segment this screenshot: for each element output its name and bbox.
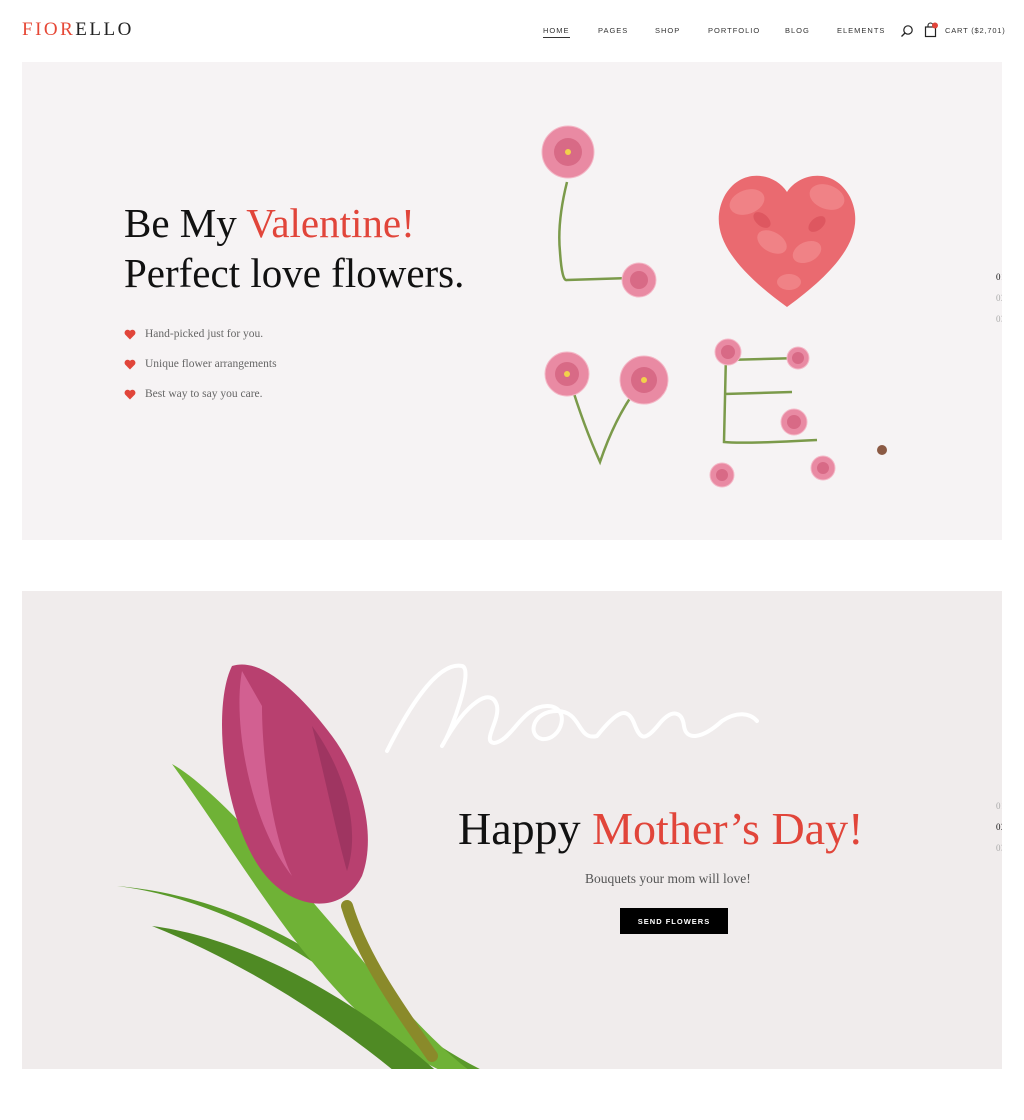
title-accent-text: Valentine! xyxy=(246,200,415,246)
tulip-flower-image xyxy=(117,664,480,1069)
list-item: Best way to say you care. xyxy=(124,379,277,409)
slide-2-subtitle: Bouquets your mom will love! xyxy=(585,871,751,886)
search-icon[interactable] xyxy=(900,24,914,38)
page-indicator-03[interactable]: 03 xyxy=(996,314,1002,324)
title-line-2: Perfect love flowers. xyxy=(124,250,465,296)
title-plain-text: Happy xyxy=(458,803,593,854)
heart-icon xyxy=(124,389,136,399)
nav-shop[interactable]: SHOP xyxy=(655,26,680,35)
nav-elements[interactable]: ELEMENTS xyxy=(837,26,885,35)
slide-2-title: Happy Mother’s Day! xyxy=(458,801,863,857)
mothers-day-slide: Happy Mother’s Day! Bouquets your mom wi… xyxy=(22,591,1002,1069)
page-indicator-01[interactable]: 01 xyxy=(996,801,1002,811)
page-number: 01 xyxy=(996,272,1002,282)
page-number: 01 xyxy=(996,801,1002,811)
nav-home[interactable]: HOME xyxy=(543,26,570,38)
title-accent-text: Mother’s Day! xyxy=(592,803,864,854)
love-flowers-image xyxy=(541,125,887,488)
shopping-bag-icon[interactable] xyxy=(924,22,938,38)
site-header: FIORELLO HOME PAGES SHOP PORTFOLIO BLOG … xyxy=(0,0,1024,62)
page-indicator-02[interactable]: 02 xyxy=(996,293,1002,303)
send-flowers-button[interactable]: SEND FLOWERS xyxy=(620,908,728,934)
title-plain-text: Be My xyxy=(124,200,247,246)
page-indicator-01[interactable]: 01 xyxy=(996,272,1002,282)
page-number: 02 xyxy=(996,822,1002,832)
nav-portfolio[interactable]: PORTFOLIO xyxy=(708,26,760,35)
page-number: 03 xyxy=(996,314,1002,324)
logo-rest-text: ELLO xyxy=(75,19,134,40)
feature-text: Unique flower arrangements xyxy=(145,358,277,370)
feature-text: Hand-picked just for you. xyxy=(145,328,264,340)
heart-icon xyxy=(124,329,136,339)
feature-text: Best way to say you care. xyxy=(145,388,263,400)
nav-blog[interactable]: BLOG xyxy=(785,26,810,35)
list-item: Unique flower arrangements xyxy=(124,349,277,379)
nav-pages[interactable]: PAGES xyxy=(598,26,628,35)
feature-list: Hand-picked just for you. Unique flower … xyxy=(124,319,277,409)
slide-1-title: Be My Valentine! Perfect love flowers. xyxy=(124,198,464,298)
page-number: 03 xyxy=(996,843,1002,853)
list-item: Hand-picked just for you. xyxy=(124,319,277,349)
site-logo[interactable]: FIORELLO xyxy=(22,19,134,41)
heart-icon xyxy=(124,359,136,369)
page-indicator-03[interactable]: 03 xyxy=(996,843,1002,853)
page-indicator-02[interactable]: 02 xyxy=(996,822,1002,832)
cart-link[interactable]: CART ($2,701) xyxy=(945,26,1006,35)
logo-accent-text: FIOR xyxy=(22,19,76,40)
valentine-slide: Be My Valentine! Perfect love flowers. H… xyxy=(22,62,1002,540)
page-number: 02 xyxy=(996,293,1002,303)
